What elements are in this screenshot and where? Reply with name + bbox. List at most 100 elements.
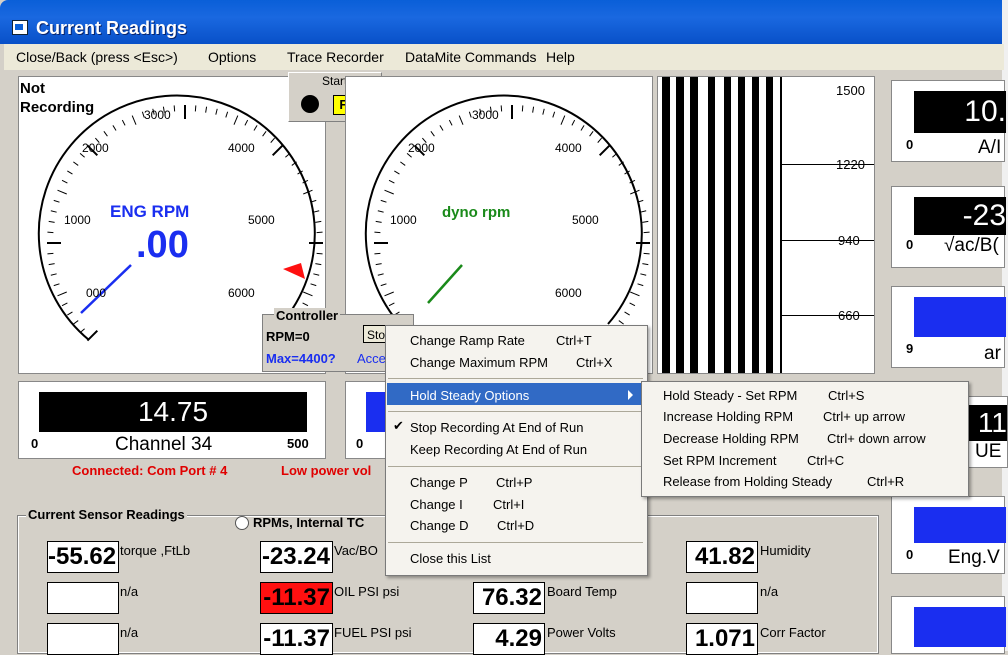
gauge-tick — [254, 125, 257, 130]
submenu-item-release[interactable]: Release from Holding Steady — [663, 474, 832, 489]
menu-help[interactable]: Help — [546, 49, 575, 65]
gauge-tick — [572, 120, 575, 125]
eng-rpm-label: ENG RPM — [110, 202, 189, 222]
gauge-tick — [590, 131, 594, 136]
sensor-fuel-label: FUEL PSI psi — [334, 625, 412, 640]
bar-line — [738, 77, 745, 373]
shortcut-ctrl-t: Ctrl+T — [556, 333, 592, 348]
eng-rpm-value: .00 — [136, 224, 189, 267]
bar-line — [766, 77, 773, 373]
gauge-tick — [54, 200, 60, 202]
sensor-na3-label: n/a — [760, 584, 778, 599]
shortcut-ctrl-up: Ctrl+ up arrow — [823, 409, 905, 424]
submenu-item-increase-rpm[interactable]: Increase Holding RPM — [663, 409, 793, 424]
gauge-tick — [378, 274, 384, 275]
shortcut-ctrl-i: Ctrl+I — [493, 497, 524, 512]
alarm-marker-icon — [283, 263, 305, 279]
gauge-tick — [389, 180, 394, 183]
menu-item-close-list[interactable]: Close this List — [410, 551, 491, 566]
shortcut-ctrl-d: Ctrl+D — [497, 518, 534, 533]
submenu-item-decrease-rpm[interactable]: Decrease Holding RPM — [663, 431, 799, 446]
menu-item-change-ramp-rate[interactable]: Change Ramp Rate — [410, 333, 525, 348]
gauge-tick — [67, 312, 72, 315]
power-status: Low power vol — [281, 463, 371, 478]
bar-line — [676, 77, 684, 373]
menu-item-change-max-rpm[interactable]: Change Maximum RPM — [410, 355, 548, 370]
menu-item-change-d[interactable]: Change D — [410, 518, 469, 533]
sensor-humidity-label: Humidity — [760, 543, 811, 558]
dyno-tick-1000: 1000 — [390, 213, 417, 227]
gauge-tick — [263, 131, 267, 136]
dyno-tick-2000: 2000 — [408, 141, 435, 155]
gauge-tick — [54, 284, 60, 286]
gauge-tick — [315, 221, 321, 222]
record-dot-icon[interactable] — [301, 95, 319, 113]
menu-trace-recorder[interactable]: Trace Recorder — [287, 49, 384, 65]
right-gauge-5-min: 0 — [906, 547, 913, 562]
gauge-tick — [376, 221, 382, 222]
right-gauge-1-value: 10. — [914, 91, 1006, 133]
checkmark-icon: ✔ — [393, 418, 404, 434]
right-gauge-3-name: ar — [984, 343, 1001, 365]
gauge-tick — [58, 292, 67, 296]
rpm-source-radio[interactable] — [235, 516, 249, 530]
scale-label-1500: 1500 — [836, 83, 865, 98]
submenu-item-set-rpm[interactable]: Hold Steady - Set RPM — [663, 388, 797, 403]
menu-separator — [388, 542, 643, 543]
submenu-item-set-increment[interactable]: Set RPM Increment — [663, 453, 776, 468]
eng-tick-3000: 3000 — [144, 108, 171, 122]
sensor-na1-value — [47, 582, 119, 614]
app-icon[interactable] — [12, 20, 28, 35]
dyno-tick-3000: 3000 — [472, 108, 499, 122]
channel-panel-2-min: 0 — [356, 436, 363, 451]
scale-label-660: 660 — [838, 308, 860, 323]
scale-line — [780, 315, 874, 316]
eng-tick-0: 000 — [86, 286, 106, 300]
gauge-tick — [87, 331, 97, 341]
gauge-tick — [581, 125, 584, 130]
menu-separator — [388, 411, 643, 412]
sensor-na1-label: n/a — [120, 584, 138, 599]
menu-options[interactable]: Options — [208, 49, 256, 65]
gauge-tick — [73, 321, 78, 325]
gauge-tick — [285, 153, 290, 157]
menu-close-back[interactable]: Close/Back (press <Esc>) — [16, 49, 178, 65]
gauge-tick — [303, 292, 312, 296]
gauge-tick — [62, 303, 67, 306]
sensor-humidity-value: 41.82 — [686, 541, 758, 573]
gauge-tick — [49, 264, 55, 265]
gauge-tick — [394, 171, 399, 174]
gauge-tick — [122, 120, 125, 125]
menu-item-stop-recording[interactable]: Stop Recording At End of Run — [410, 420, 583, 435]
right-gauge-6 — [891, 596, 1005, 654]
right-gauge-5: 0 Eng.V — [891, 496, 1005, 574]
gauge-tick — [469, 112, 471, 118]
sensor-fuel-value: -11.37 — [260, 623, 333, 655]
shortcut-ctrl-s: Ctrl+S — [828, 388, 864, 403]
right-gauge-3: 9 ar — [891, 286, 1005, 368]
right-gauge-4: 11 UE — [964, 396, 1008, 468]
gauge-tick — [459, 116, 463, 125]
gauge-tick — [389, 303, 394, 306]
menu-item-change-i[interactable]: Change I — [410, 497, 463, 512]
menu-separator — [388, 466, 643, 467]
gauge-tick — [385, 190, 394, 194]
menu-item-hold-steady-options[interactable]: Hold Steady Options — [410, 388, 529, 403]
menu-item-keep-recording[interactable]: Keep Recording At End of Run — [410, 442, 587, 457]
sensor-corr-factor-label: Corr Factor — [760, 625, 826, 640]
sensor-readings-title: Current Sensor Readings — [26, 507, 187, 522]
gauge-tick — [271, 138, 275, 143]
gauge-tick — [51, 211, 57, 212]
right-gauge-2-value: -23 — [914, 197, 1006, 235]
connection-status: Connected: Com Port # 4 — [72, 463, 227, 478]
dyno-tick-5000: 5000 — [572, 213, 599, 227]
gauge-tick — [132, 116, 136, 125]
gauge-tick — [600, 145, 610, 155]
gauge-tick — [67, 171, 72, 174]
gauge-tick — [51, 274, 57, 275]
gauge-tick — [378, 211, 384, 212]
menu-item-change-p[interactable]: Change P — [410, 475, 468, 490]
gauge-tick — [640, 211, 646, 212]
menu-datamite-commands[interactable]: DataMite Commands — [405, 49, 537, 65]
sensor-vac-label: Vac/BO — [334, 543, 378, 558]
